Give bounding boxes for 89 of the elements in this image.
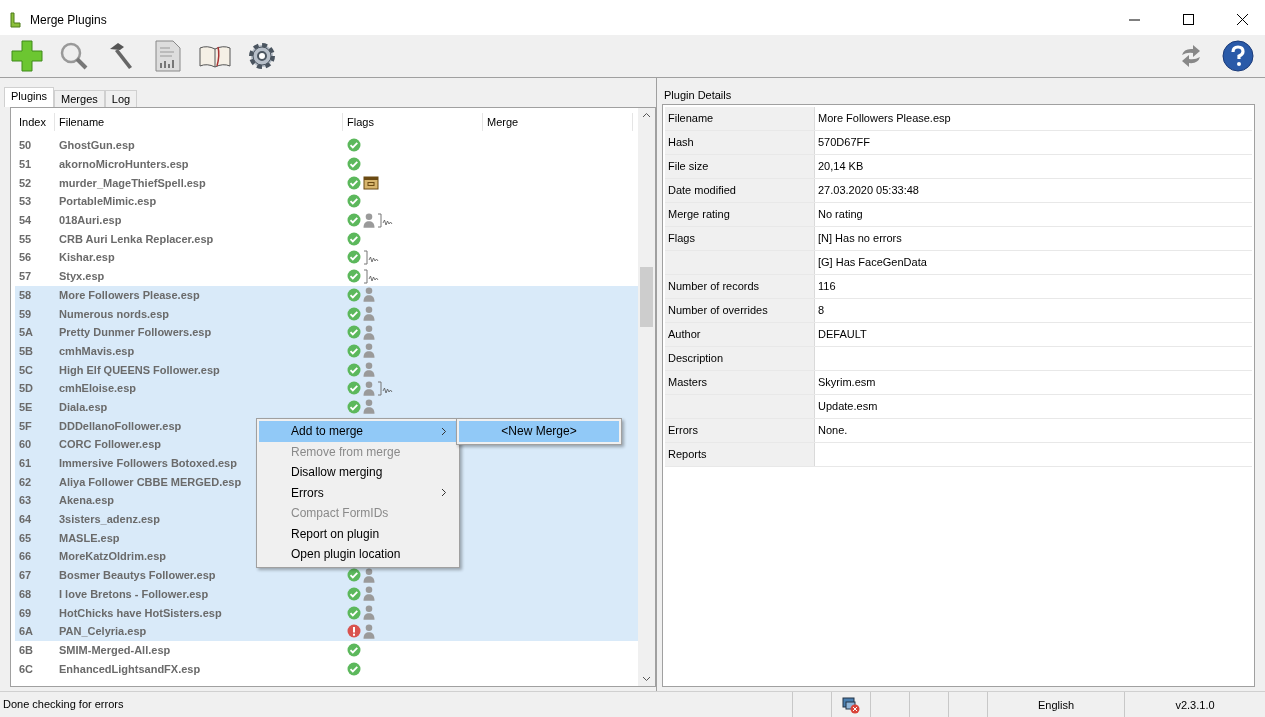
index-cell: 6A [19, 625, 34, 638]
property-label: Date modified [665, 179, 815, 202]
property-value: 20,14 KB [817, 159, 864, 174]
filename-cell: Immersive Followers Botoxed.esp [59, 457, 237, 470]
filename-cell: 018Auri.esp [59, 214, 122, 227]
index-cell: 68 [19, 587, 32, 600]
property-value: 27.03.2020 05:33:48 [817, 183, 919, 198]
index-cell: 5B [19, 344, 34, 357]
index-cell: 52 [19, 176, 32, 189]
filename-cell: murder_MageThiefSpell.esp [59, 176, 206, 189]
filename-cell: CORC Follower.esp [59, 438, 162, 451]
index-cell: 59 [19, 307, 32, 320]
property-value: [N] Has no errors [817, 231, 902, 246]
property-label: Filename [665, 107, 815, 130]
index-cell: 50 [19, 139, 32, 152]
filename-cell: PortableMimic.esp [59, 195, 157, 208]
index-cell: 58 [19, 288, 32, 301]
property-label: Masters [665, 371, 815, 394]
index-cell: 62 [19, 475, 32, 488]
property-label: Description [665, 347, 815, 370]
property-label: Flags [665, 227, 815, 250]
index-cell: 5F [19, 419, 32, 432]
filename-cell: Pretty Dunmer Followers.esp [59, 326, 212, 339]
filename-cell: PAN_Celyria.esp [59, 625, 147, 638]
index-cell: 5E [19, 400, 33, 413]
property-label: Number of overrides [665, 299, 815, 322]
property-label: Author [665, 323, 815, 346]
index-cell: 57 [19, 270, 32, 283]
index-cell: 65 [19, 531, 32, 544]
filename-cell: 3sisters_adenz.esp [59, 513, 160, 526]
property-value: No rating [817, 207, 863, 222]
filename-cell: cmhMavis.esp [59, 344, 135, 357]
filename-cell: Numerous nords.esp [59, 307, 170, 320]
filename-cell: Aliya Follower CBBE MERGED.esp [59, 475, 242, 488]
index-cell: 63 [19, 494, 32, 507]
property-label: File size [665, 155, 815, 178]
index-cell: 51 [19, 158, 32, 171]
filename-cell: I love Bretons - Follower.esp [59, 587, 209, 600]
version-label: v2.3.1.0 [1124, 692, 1265, 717]
filename-cell: Kishar.esp [59, 251, 115, 264]
index-cell: 54 [19, 214, 32, 227]
property-value: 116 [817, 279, 836, 294]
index-cell: 5C [19, 363, 34, 376]
filename-cell: akornoMicroHunters.esp [59, 158, 189, 171]
filename-cell: cmhEloise.esp [59, 382, 137, 395]
property-label: Merge rating [665, 203, 815, 226]
filename-cell: High Elf QUEENS Follower.esp [59, 363, 220, 376]
status-message: Done checking for errors [2, 697, 125, 712]
filename-cell: Akena.esp [59, 494, 115, 507]
index-cell: 66 [19, 550, 32, 563]
index-cell: 5A [19, 326, 34, 339]
index-cell: 61 [19, 457, 32, 470]
property-value: None. [817, 423, 848, 438]
index-cell: 53 [19, 195, 32, 208]
panel-title: Plugin Details [663, 88, 733, 103]
index-cell: 6B [19, 643, 34, 656]
property-value: 570D67FF [817, 135, 870, 150]
filename-cell: MASLE.esp [59, 531, 120, 544]
filename-cell: More Followers Please.esp [59, 288, 200, 301]
index-cell: 67 [19, 569, 32, 582]
filename-cell: HotChicks have HotSisters.esp [59, 606, 222, 619]
property-label: Hash [665, 131, 815, 154]
filename-cell: SMIM-Merged-All.esp [59, 643, 171, 656]
property-value: [G] Has FaceGenData [817, 255, 927, 270]
index-cell: 56 [19, 251, 32, 264]
index-cell: 69 [19, 606, 32, 619]
index-cell: 6C [19, 662, 34, 675]
property-value: Skyrim.esm [817, 375, 876, 390]
filename-cell: EnhancedLightsandFX.esp [59, 662, 201, 675]
property-label: Number of records [665, 275, 815, 298]
filename-cell: Diala.esp [59, 400, 108, 413]
property-value: Update.esm [817, 399, 878, 414]
language-indicator: English [987, 692, 1124, 717]
index-cell: 60 [19, 438, 32, 451]
filename-cell: CRB Auri Lenka Replacer.esp [59, 232, 214, 245]
filename-cell: GhostGun.esp [59, 139, 135, 152]
property-value: More Followers Please.esp [817, 111, 951, 126]
property-value: DEFAULT [817, 327, 867, 342]
filename-cell: Bosmer Beautys Follower.esp [59, 569, 216, 582]
index-cell: 5D [19, 382, 34, 395]
filename-cell: DDDellanoFollower.esp [59, 419, 182, 432]
property-value: 8 [817, 303, 825, 318]
index-cell: 64 [19, 513, 32, 526]
window-title: Merge Plugins [30, 12, 107, 27]
filename-cell: MoreKatzOldrim.esp [59, 550, 166, 563]
property-label: Errors [665, 419, 815, 442]
property-label: Reports [665, 443, 815, 466]
filename-cell: Styx.esp [59, 270, 105, 283]
index-cell: 55 [19, 232, 32, 245]
